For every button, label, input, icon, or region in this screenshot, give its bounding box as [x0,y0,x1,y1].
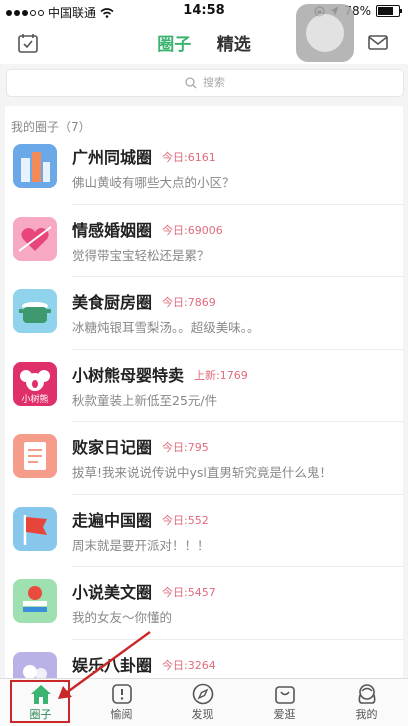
circle-list-item[interactable]: 广州同城圈 今日:6161 佛山黄岐有哪些大点的小区？ [5,132,403,205]
battery-icon [376,5,402,17]
tab-bar-label: 我的 [355,708,378,721]
section-title: 我的圈子（7） [11,120,91,134]
circle-name: 败家日记圈 [72,438,153,457]
latest-post-preview: 冰糖炖银耳雪梨汤。。超级美味。。 [72,320,260,335]
circle-list-item[interactable]: 情感婚姻圈 今日:69006 觉得带宝宝轻松还是累？ [5,205,403,277]
tab-bar-mine[interactable]: 我的 [326,679,407,726]
latest-post-preview: 秋款童装上新低至25元/件 [72,392,218,408]
latest-post-preview: 觉得带宝宝轻松还是累？ [72,247,210,263]
circle-name: 情感婚姻圈 [72,220,153,240]
circle-list-item[interactable]: 走遍中国圈 今日:552 周末就是要开派对！！！ [5,495,403,567]
circle-name: 美食厨房圈 [72,293,153,312]
search-input[interactable]: 搜索 [6,69,404,97]
circle-list-item[interactable]: 小树熊 小树熊母婴特卖 上新:1769 秋款童装上新低至25元/件 [5,350,403,422]
search-area: 搜索 [0,64,408,102]
heart-icon [13,216,57,261]
activity-badge: 今日:5457 [162,586,216,599]
latest-post-preview: 佛山黄岐有哪些大点的小区？ [72,175,235,190]
circle-list-item[interactable]: 娱乐八卦圈 今日:3264 [5,640,403,678]
city-icon [13,144,57,188]
latest-post-preview: 我的女友～你懂的 [72,610,173,625]
tab-bar-discover[interactable]: 发现 [162,679,243,726]
tab-featured[interactable]: 精选 [217,30,251,55]
koala-icon: 小树熊 [13,361,57,406]
latest-post-preview: 周末就是要开派对！！！ [72,537,210,553]
highlight-box [10,680,70,723]
compass-icon [192,683,213,705]
tab-bar-shopping[interactable]: 爱逛 [244,679,325,726]
flag-icon [13,506,57,551]
book-icon [13,579,57,623]
tab-circles[interactable]: 圈子 [157,30,191,55]
circle-list-item[interactable]: 小说美文圈 今日:5457 我的女友～你懂的 [5,567,403,640]
tab-bar-label: 愉阅 [110,708,133,721]
tab-bar-label: 爱逛 [273,708,296,721]
activity-badge: 今日:7869 [162,296,216,309]
profile-icon [358,684,375,704]
circle-name: 小树熊母婴特卖 [72,365,185,385]
activity-badge: 今日:3264 [162,658,216,672]
notebook-icon [13,434,57,478]
gossip-icon [13,651,57,678]
assistive-touch-button[interactable] [296,4,354,62]
activity-badge: 今日:6161 [162,151,216,164]
tab-bar-reading[interactable]: 愉阅 [81,679,162,726]
pot-icon [13,289,57,333]
activity-badge: 今日:552 [162,513,209,527]
search-placeholder: 搜索 [203,76,225,89]
circle-list-item[interactable]: 美食厨房圈 今日:7869 冰糖炖银耳雪梨汤。。超级美味。。 [5,277,403,350]
activity-badge: 今日:69006 [162,223,223,237]
circle-name: 走遍中国圈 [72,510,153,530]
tab-bar-label: 发现 [191,708,214,721]
circle-list-item[interactable]: 败家日记圈 今日:795 拔草!我来说说传说中ysl直男斩究竟是什么鬼！ [5,422,403,495]
activity-badge: 上新:1769 [194,368,248,382]
latest-post-preview: 拔草!我来说说传说中ysl直男斩究竟是什么鬼！ [72,465,332,480]
circle-name: 广州同城圈 [72,148,153,167]
icon-label: 小树熊 [21,393,48,405]
circle-name: 娱乐八卦圈 [72,655,153,675]
activity-badge: 今日:795 [162,441,209,454]
circle-name: 小说美文圈 [72,583,153,602]
search-icon [185,77,197,89]
reading-icon [111,684,132,704]
mail-icon[interactable] [368,35,388,50]
shopping-bag-icon [274,686,295,704]
circle-list: 我的圈子（7） 广州同城圈 今日:6161 佛山黄岐有哪些大点的小区？ 情感婚姻圈 今日… [5,106,403,678]
